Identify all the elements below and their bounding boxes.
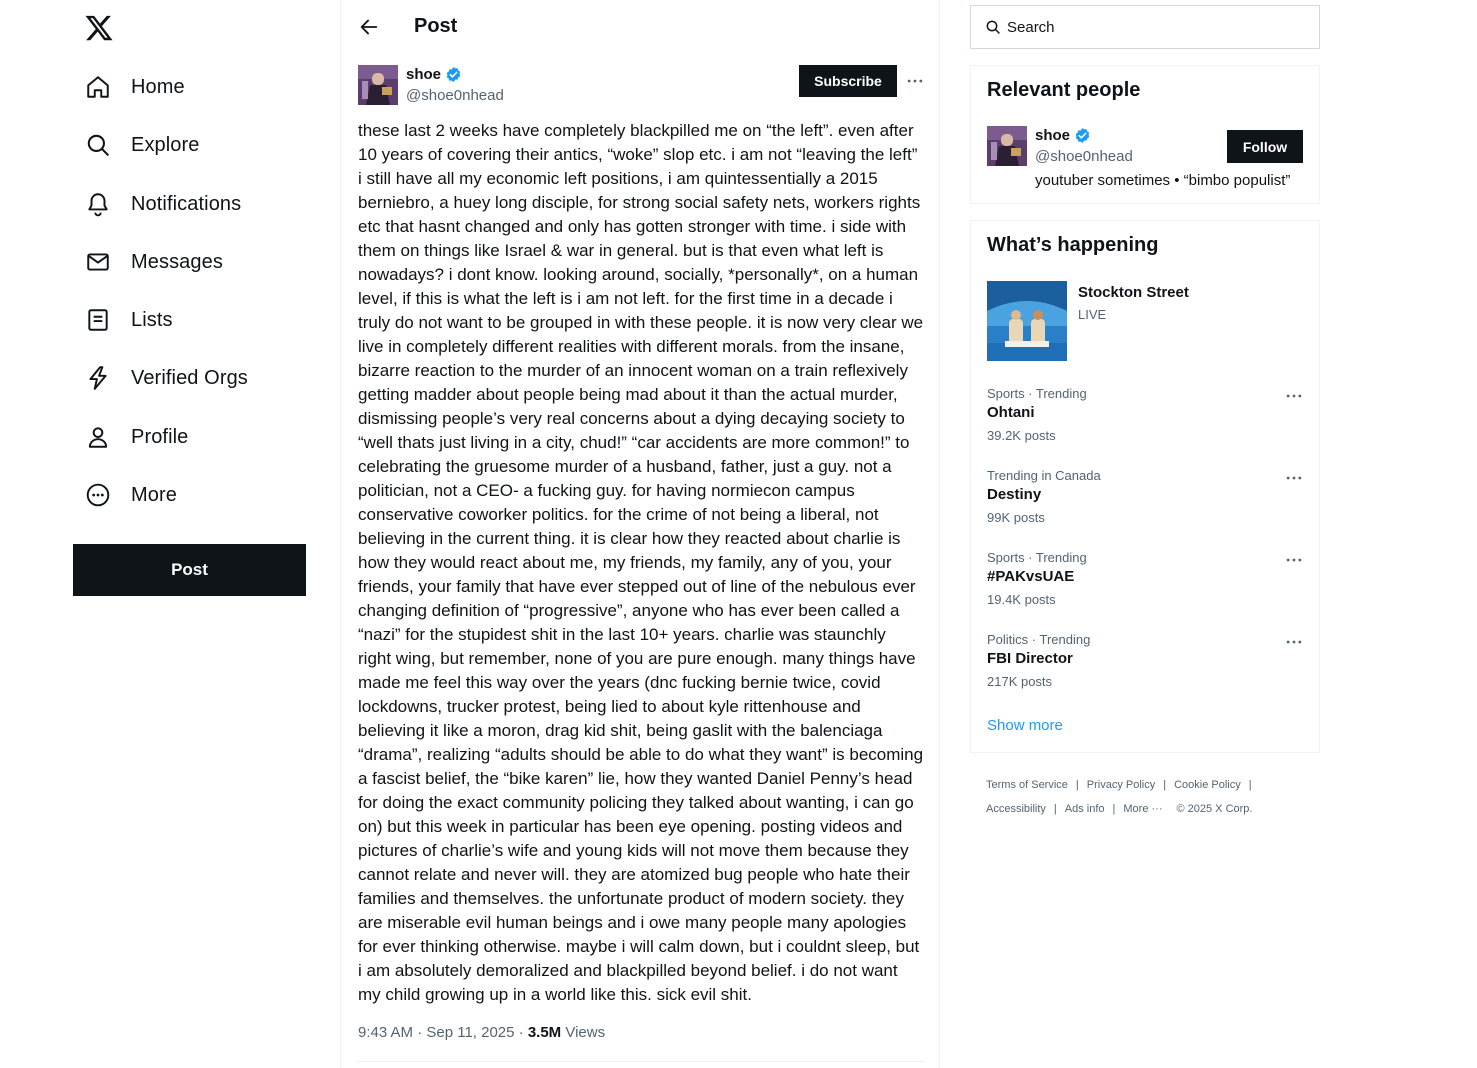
- live-status-badge: LIVE: [1078, 307, 1107, 322]
- footer-link-ads-info[interactable]: Ads info: [1065, 803, 1105, 815]
- trend-item[interactable]: Sports · Trending #PAKvsUAE 19.4K posts: [971, 550, 1319, 628]
- trend-post-count: 99K posts: [987, 510, 1045, 525]
- page-title: Post: [414, 15, 458, 37]
- x-logo-icon[interactable]: [84, 13, 114, 43]
- person-icon: [88, 427, 108, 448]
- follow-button[interactable]: Follow: [1227, 130, 1303, 163]
- trend-category: Politics · Trending: [987, 632, 1091, 647]
- footer-separator: |: [1248, 779, 1252, 791]
- footer-link-cookie[interactable]: Cookie Policy: [1174, 779, 1241, 791]
- relevant-people-title: Relevant people: [987, 79, 1141, 101]
- trend-post-count: 39.2K posts: [987, 428, 1056, 443]
- author-name-text: shoe: [406, 66, 442, 83]
- nav-label-notifications: Notifications: [131, 192, 242, 215]
- post-button[interactable]: Post: [73, 544, 306, 596]
- nav-item-home[interactable]: Home: [85, 67, 185, 107]
- verified-badge-icon: [446, 67, 461, 82]
- trend-name: Ohtani: [987, 404, 1035, 421]
- search-icon: [87, 134, 109, 156]
- list-icon: [88, 309, 108, 331]
- trend-more-icon[interactable]: [1281, 468, 1307, 488]
- whats-happening-card: What’s happening Stockton Street LIVE Sp…: [970, 220, 1320, 753]
- live-event-thumbnail[interactable]: [987, 281, 1067, 361]
- footer-link-terms[interactable]: Terms of Service: [986, 779, 1068, 791]
- trend-name: Destiny: [987, 486, 1042, 503]
- trend-name: FBI Director: [987, 650, 1073, 667]
- views-label: Views: [561, 1024, 606, 1041]
- nav-item-notifications[interactable]: Notifications: [85, 184, 241, 224]
- relevant-person-name-text: shoe: [1035, 127, 1071, 144]
- avatar[interactable]: [358, 65, 398, 105]
- footer-links: Terms of Service | Privacy Policy | Cookie P…: [986, 773, 1306, 821]
- whats-happening-title: What’s happening: [987, 234, 1159, 256]
- more-options-icon[interactable]: [904, 70, 926, 92]
- envelope-icon: [87, 253, 109, 271]
- nav-item-explore[interactable]: Explore: [85, 125, 200, 165]
- relevant-person-handle[interactable]: @shoe0nhead: [1035, 148, 1133, 165]
- nav-item-lists[interactable]: Lists: [85, 300, 173, 340]
- nav-item-profile[interactable]: Profile: [85, 417, 188, 457]
- post-timestamp[interactable]: 9:43 AM · Sep 11, 2025 ·: [358, 1024, 528, 1041]
- nav-item-more[interactable]: More: [85, 475, 177, 515]
- nav-label-lists: Lists: [131, 308, 173, 331]
- subscribe-button[interactable]: Subscribe: [799, 65, 897, 97]
- trend-name: #PAKvsUAE: [987, 568, 1075, 585]
- nav-label-profile: Profile: [131, 425, 189, 448]
- avatar[interactable]: [987, 126, 1027, 166]
- trend-post-count: 19.4K posts: [987, 592, 1056, 607]
- divider: [357, 1061, 925, 1062]
- footer-separator: |: [1053, 803, 1057, 815]
- search-bar[interactable]: [970, 5, 1320, 49]
- author-name[interactable]: shoe: [406, 66, 462, 83]
- footer-separator: |: [1112, 803, 1116, 815]
- footer-link-accessibility[interactable]: Accessibility: [986, 803, 1046, 815]
- nav-item-messages[interactable]: Messages: [85, 242, 223, 282]
- trend-more-icon[interactable]: [1281, 632, 1307, 652]
- live-event-title[interactable]: Stockton Street: [1078, 284, 1189, 301]
- trend-item[interactable]: Sports · Trending Ohtani 39.2K posts: [971, 386, 1319, 464]
- post-body-text: these last 2 weeks have completely black…: [358, 121, 924, 1004]
- back-arrow-icon[interactable]: [358, 16, 380, 38]
- trend-category: Sports · Trending: [987, 550, 1087, 565]
- relevant-person-bio: youtuber sometimes • “bimbo populist”: [1035, 172, 1291, 189]
- footer-link-more[interactable]: More ···: [1123, 803, 1162, 815]
- nav-label-home: Home: [131, 75, 185, 98]
- lightning-icon: [89, 366, 107, 390]
- search-icon: [986, 20, 1000, 34]
- nav-label-verified-orgs: Verified Orgs: [131, 366, 248, 389]
- footer-link-privacy[interactable]: Privacy Policy: [1087, 779, 1155, 791]
- trend-more-icon[interactable]: [1281, 550, 1307, 570]
- trend-item[interactable]: Trending in Canada Destiny 99K posts: [971, 468, 1319, 546]
- main-column: Post shoe @shoe0nhead Subscribe these la…: [340, 0, 940, 1068]
- relevant-people-card: Relevant people shoe @shoe0nhead youtube…: [970, 65, 1320, 204]
- footer-separator: |: [1075, 779, 1079, 791]
- footer-copyright: © 2025 X Corp.: [1176, 803, 1253, 815]
- nav-item-verified-orgs[interactable]: Verified Orgs: [85, 358, 248, 398]
- verified-badge-icon: [1075, 128, 1090, 143]
- left-sidebar: Home Explore Notifications Messages List…: [73, 0, 313, 1068]
- trend-category: Sports · Trending: [987, 386, 1087, 401]
- nav-label-more: More: [131, 483, 177, 506]
- trend-post-count: 217K posts: [987, 674, 1053, 689]
- nav-label-messages: Messages: [131, 250, 223, 273]
- trend-item[interactable]: Politics · Trending FBI Director 217K po…: [971, 632, 1319, 710]
- nav-label-explore: Explore: [131, 133, 200, 156]
- trend-category: Trending in Canada: [987, 468, 1101, 483]
- views-count: 3.5M: [527, 1024, 562, 1041]
- footer-separator: |: [1163, 779, 1167, 791]
- show-more-link[interactable]: Show more: [987, 717, 1063, 734]
- home-icon: [87, 76, 109, 98]
- search-input[interactable]: [1007, 18, 1307, 36]
- trend-more-icon[interactable]: [1281, 386, 1307, 406]
- author-handle[interactable]: @shoe0nhead: [406, 87, 504, 104]
- bell-icon: [88, 193, 108, 217]
- more-circle-icon: [86, 483, 110, 507]
- relevant-person-name[interactable]: shoe: [1035, 127, 1091, 144]
- post-metadata: 9:43 AM · Sep 11, 2025 · 3.5M Views: [358, 1024, 605, 1041]
